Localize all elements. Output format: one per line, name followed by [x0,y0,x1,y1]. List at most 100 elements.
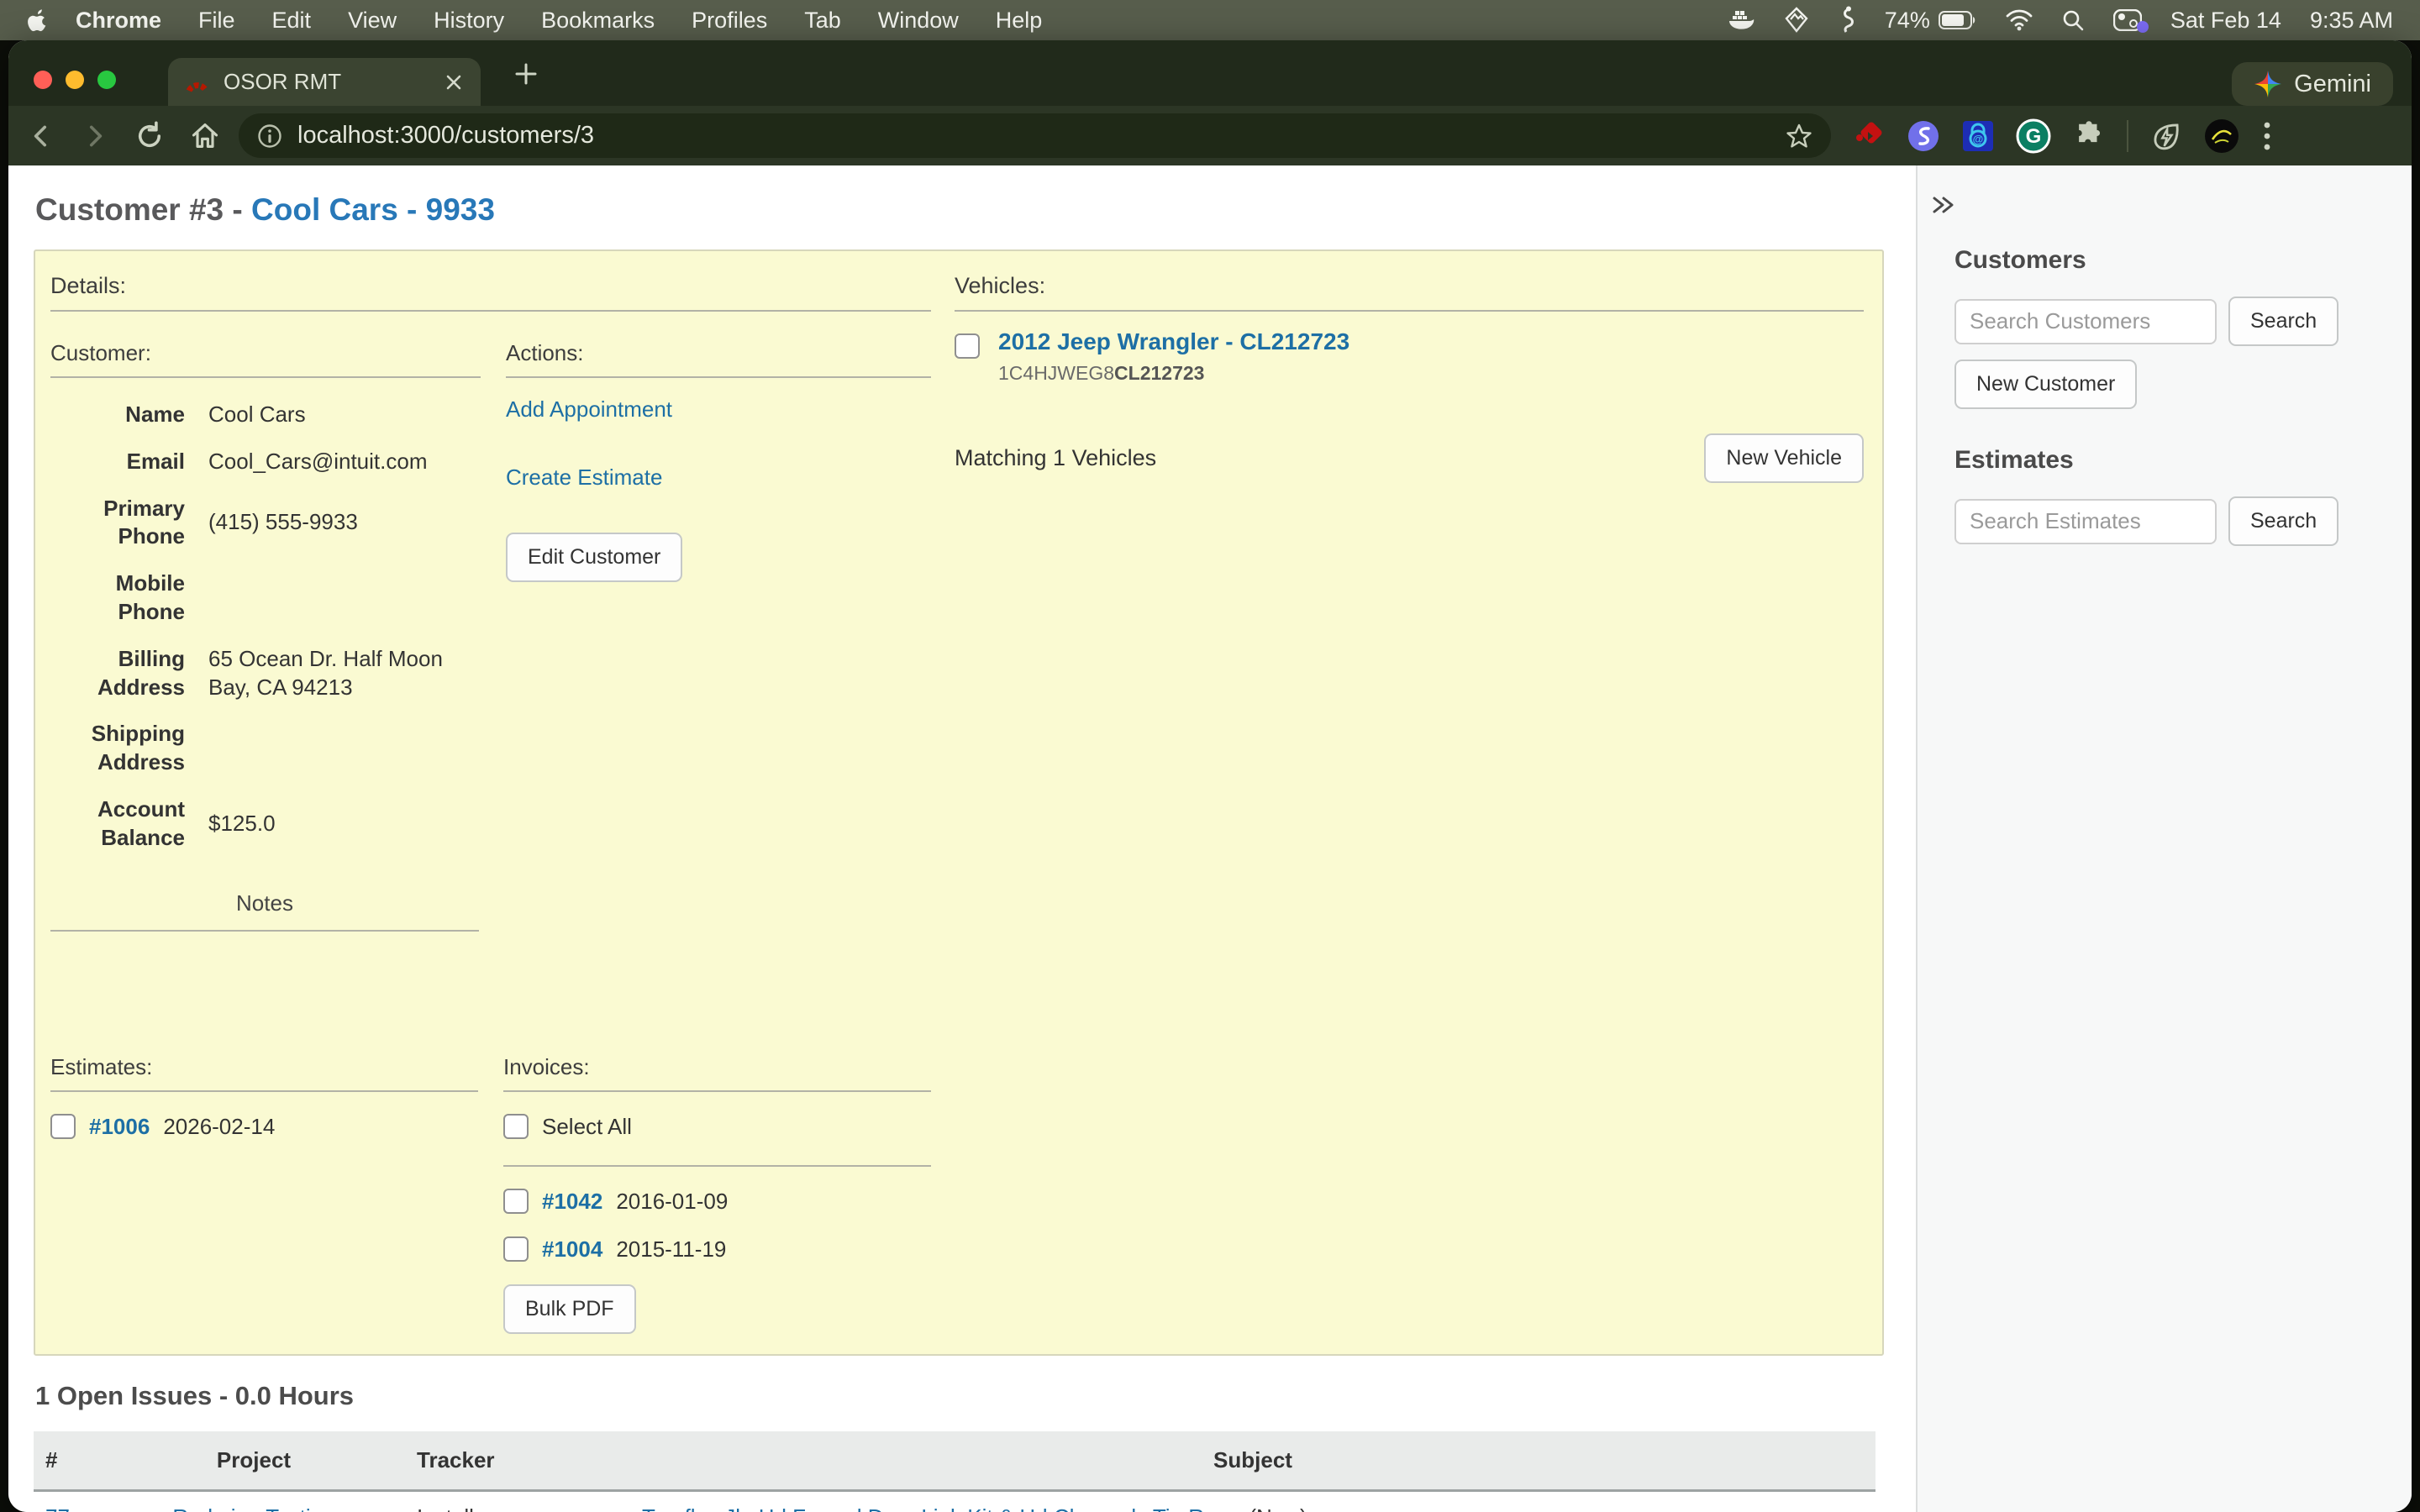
field-value: 65 Ocean Dr. Half Moon Bay, CA 94213 [185,636,481,711]
select-all-checkbox[interactable] [503,1114,529,1139]
browser-toolbar: localhost:3000/customers/3 @ G [8,106,2412,165]
bookmark-star-icon[interactable] [1786,123,1812,150]
forward-icon[interactable] [81,122,109,150]
menu-window[interactable]: Window [860,8,977,34]
control-center-icon[interactable] [2113,9,2142,31]
energy-saver-icon[interactable] [2150,120,2182,152]
field-value: (415) 555-9933 [185,499,481,546]
customer-column: Customer: Name Cool Cars Email Cool_Cars… [50,328,481,932]
issue-status: (New) [1249,1504,1307,1512]
field-value [185,560,481,636]
svg-text:@: @ [1973,133,1984,145]
new-tab-button[interactable] [513,60,539,87]
issue-project-link[interactable]: Redmine Testing [172,1504,334,1512]
extension-grammarly-icon[interactable]: G [2016,118,2051,154]
menu-profiles[interactable]: Profiles [673,8,786,34]
spotlight-search-icon[interactable] [2061,8,2085,32]
profile-avatar[interactable] [2204,118,2239,154]
bulk-pdf-button[interactable]: Bulk PDF [503,1284,636,1334]
page-title: Customer #3 - Cool Cars - 9933 [35,192,1884,228]
tab-strip: OSOR RMT Gemini [8,40,2412,106]
home-icon[interactable] [190,121,220,151]
col-header-project: Project [103,1431,405,1491]
vehicle-link[interactable]: 2012 Jeep Wrangler - CL212723 [998,328,1349,354]
vehicle-vin: 1C4HJWEG8CL212723 [998,362,1349,385]
col-header-tracker: Tracker [405,1431,630,1491]
notification-dot [2137,21,2149,33]
zoom-window-button[interactable] [97,71,116,89]
estimate-link[interactable]: #1006 [89,1114,150,1140]
invoice-date: 2016-01-09 [616,1189,728,1215]
wifi-icon[interactable] [2006,9,2033,31]
estimate-checkbox[interactable] [50,1114,76,1139]
issue-row: 77 Redmine Testing Install Teraflex Jk: … [34,1490,1876,1512]
menu-history[interactable]: History [415,8,523,34]
sidebar-estimates-heading: Estimates [1954,446,2390,475]
new-customer-button[interactable]: New Customer [1954,360,2137,409]
battery-status[interactable]: 74% [1885,8,1977,34]
invoice-item: #1004 2015-11-19 [503,1236,931,1263]
extension-red-diamond-icon[interactable] [1854,121,1885,151]
main-column: Customer #3 - Cool Cars - 9933 Details: … [8,165,1916,1512]
field-row-shipping-address: Shipping Address [50,711,481,786]
close-window-button[interactable] [34,71,52,89]
pin-icon[interactable] [1784,7,1809,34]
field-row-primary-phone: Primary Phone (415) 555-9933 [50,486,481,561]
address-bar[interactable]: localhost:3000/customers/3 [239,113,1831,158]
page-content: Customer #3 - Cool Cars - 9933 Details: … [8,165,2412,1512]
extension-purple-clip-icon[interactable] [1907,119,1940,153]
search-customers-button[interactable]: Search [2228,297,2338,346]
issue-id-link[interactable]: 77 [45,1504,70,1512]
menu-view[interactable]: View [329,8,415,34]
actions-heading: Actions: [506,340,931,378]
create-estimate-link[interactable]: Create Estimate [506,465,931,491]
invoice-link[interactable]: #1042 [542,1189,602,1215]
apple-icon[interactable] [27,8,49,33]
gemini-button[interactable]: Gemini [2232,62,2393,106]
matching-vehicles-text: Matching 1 Vehicles [955,445,1156,471]
vehicle-checkbox[interactable] [955,333,980,359]
seahorse-icon[interactable] [1838,6,1856,34]
add-appointment-link[interactable]: Add Appointment [506,396,931,423]
reload-icon[interactable] [134,121,165,151]
extension-lock-icon[interactable]: @ [1962,118,1994,154]
issue-subject-link[interactable]: Teraflex Jk: Hd Forged Drag Link Kit & H… [642,1504,1234,1512]
search-estimates-button[interactable]: Search [2228,496,2338,546]
browser-tab[interactable]: OSOR RMT [168,58,481,106]
toolbar-divider [2127,120,2128,152]
details-half: Details: Customer: Name Cool Cars Email [50,265,931,1334]
url-text[interactable]: localhost:3000/customers/3 [297,122,1770,150]
site-info-icon[interactable] [257,123,282,149]
search-customers-input[interactable] [1954,299,2217,344]
docker-whale-icon[interactable] [1727,8,1755,33]
invoice-checkbox[interactable] [503,1189,529,1214]
edit-customer-button[interactable]: Edit Customer [506,533,682,582]
invoice-link[interactable]: #1004 [542,1236,602,1263]
vehicle-item: 2012 Jeep Wrangler - CL212723 1C4HJWEG8C… [955,328,1864,385]
open-issues-heading: 1 Open Issues - 0.0 Hours [35,1381,1884,1411]
tab-close-icon[interactable] [444,72,464,92]
invoice-checkbox[interactable] [503,1236,529,1262]
search-estimates-input[interactable] [1954,499,2217,544]
back-icon[interactable] [27,122,55,150]
customer-name-link[interactable]: Cool Cars - 9933 [251,192,495,227]
estimate-date: 2026-02-14 [163,1114,275,1140]
menu-help[interactable]: Help [977,8,1061,34]
customer-details-panel: Details: Customer: Name Cool Cars Email [34,249,1884,1356]
menu-edit[interactable]: Edit [254,8,330,34]
menu-chrome[interactable]: Chrome [57,8,180,34]
browser-menu-dots-icon[interactable] [2261,119,2273,153]
menu-bookmarks[interactable]: Bookmarks [523,8,673,34]
minimize-window-button[interactable] [66,71,84,89]
collapse-sidebar-icon[interactable] [1929,192,2412,218]
new-vehicle-button[interactable]: New Vehicle [1704,433,1864,483]
notes-label: Notes [50,890,479,932]
browser-window: OSOR RMT Gemini [8,40,2412,1512]
menubar-date[interactable]: Sat Feb 14 [2170,8,2281,34]
select-all-row: Select All [503,1114,931,1140]
menu-file[interactable]: File [180,8,254,34]
menu-tab[interactable]: Tab [786,8,860,34]
menubar-time[interactable]: 9:35 AM [2310,8,2393,34]
field-row-account-balance: Account Balance $125.0 [50,786,481,862]
extensions-puzzle-icon[interactable] [2073,120,2105,152]
